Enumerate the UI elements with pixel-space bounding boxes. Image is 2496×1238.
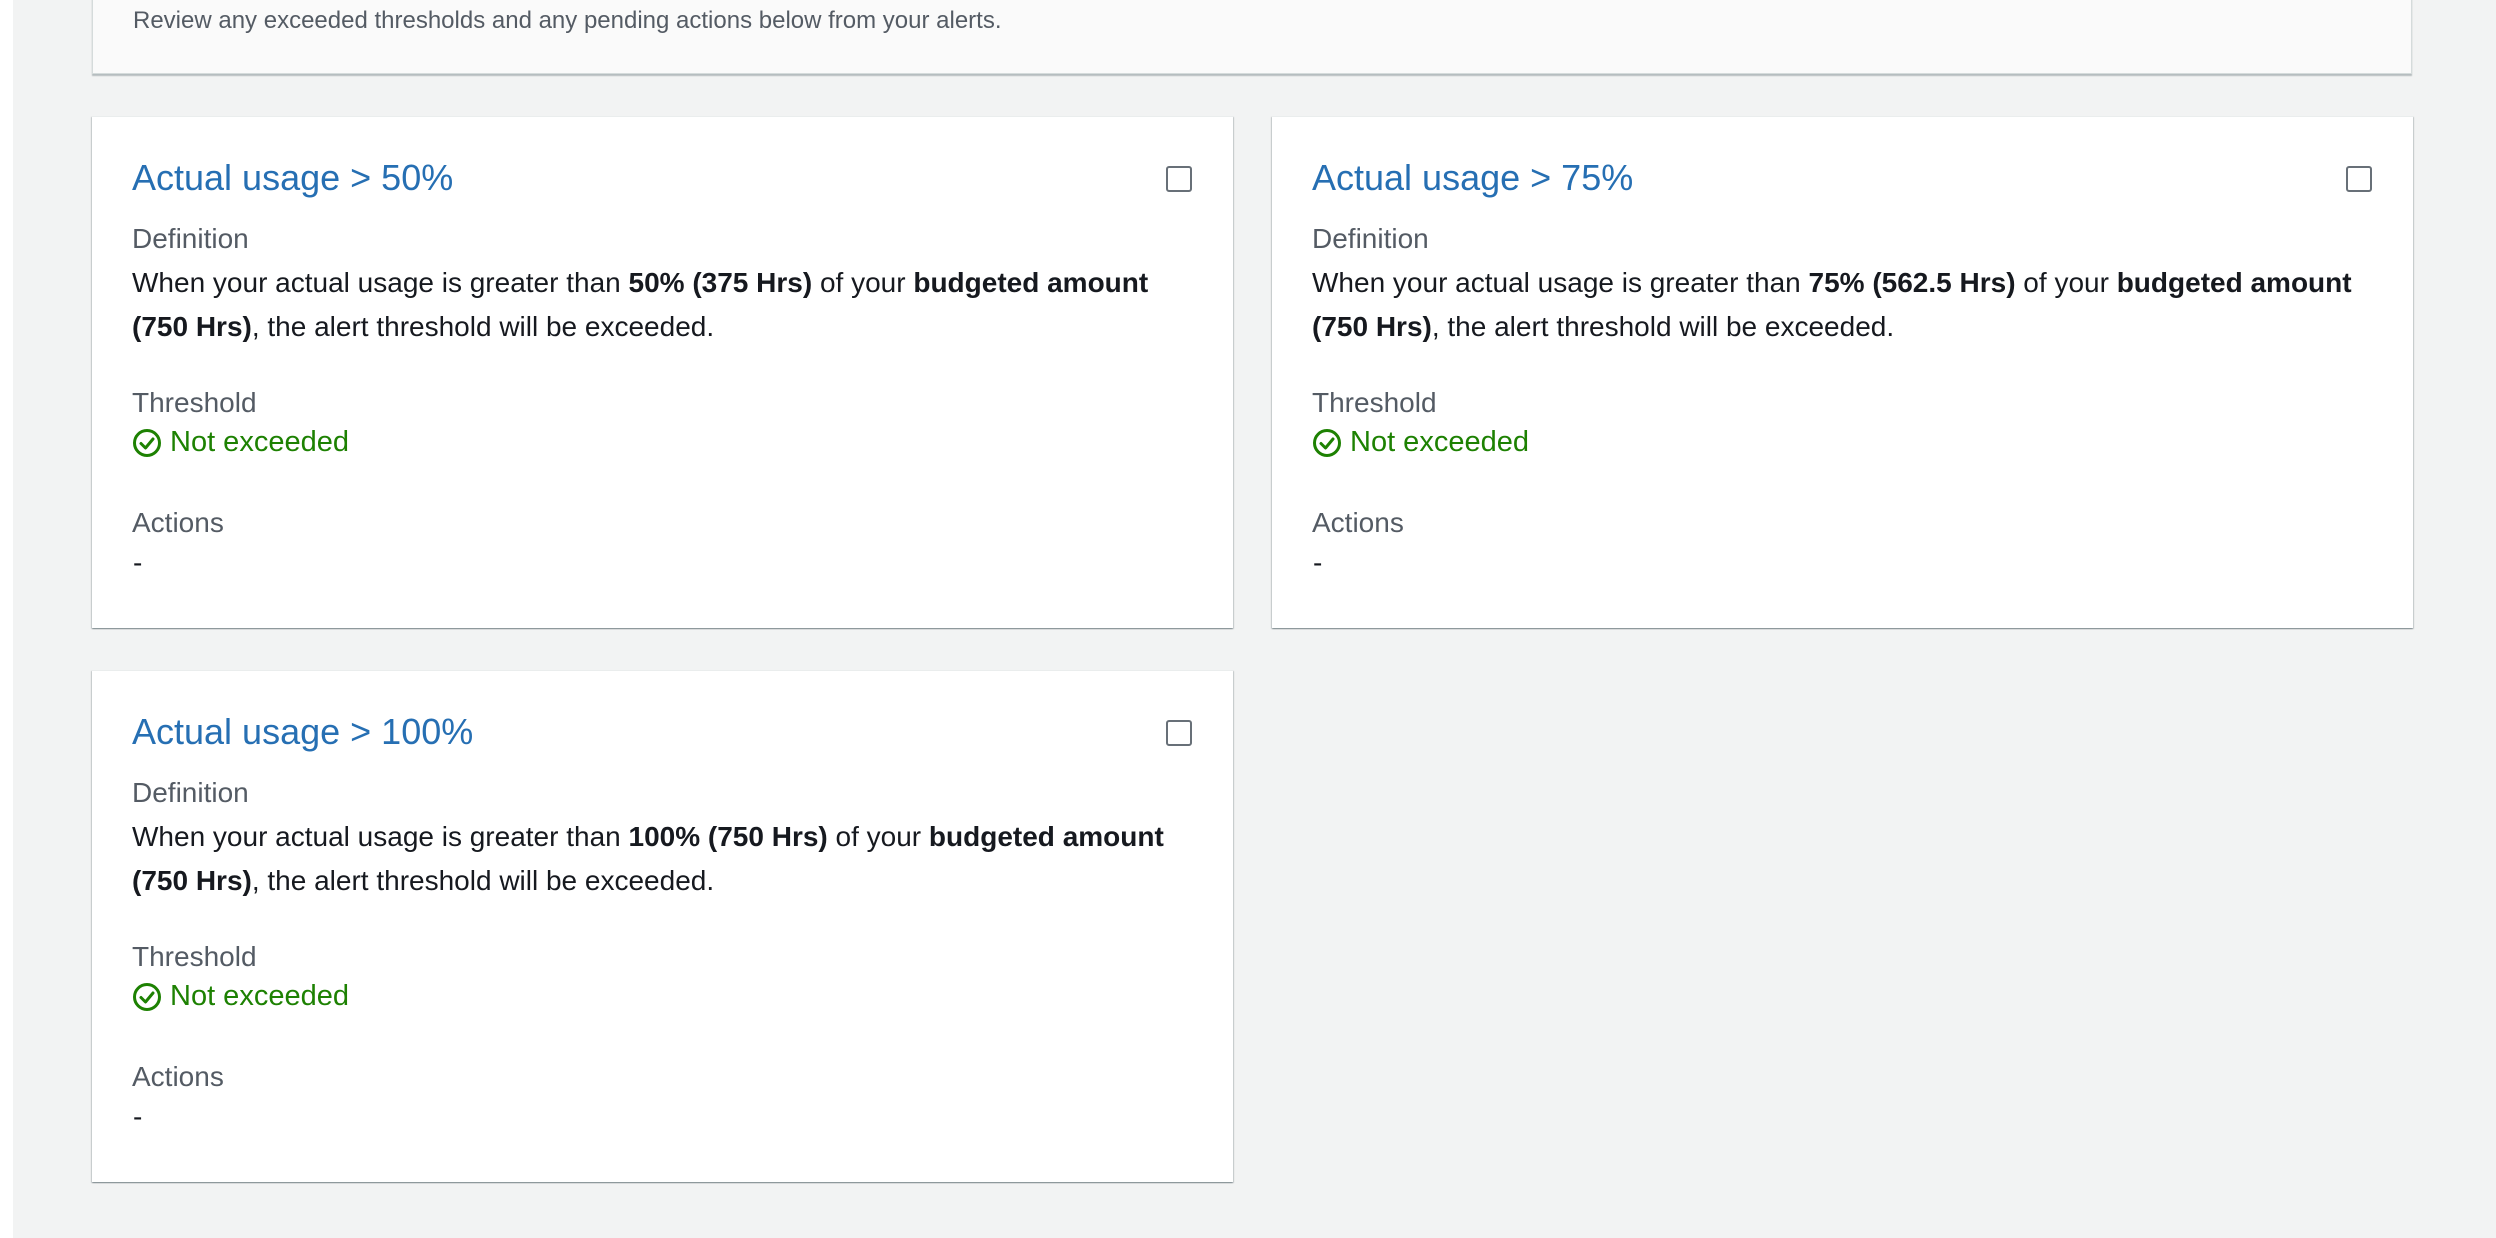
definition-mid: of your <box>812 267 914 298</box>
alert-card: Actual usage > 50% Definition When your … <box>92 116 1233 628</box>
definition-suffix: , the alert threshold will be exceeded. <box>251 865 715 896</box>
page-background: Review any exceeded thresholds and any p… <box>13 0 2496 1238</box>
actions-label: Actions <box>1312 507 1404 538</box>
definition-suffix: , the alert threshold will be exceeded. <box>1431 311 1895 342</box>
definition-label: Definition <box>132 777 249 808</box>
threshold-status: Not exceeded <box>132 426 349 459</box>
definition-threshold: 50% (375 Hrs) <box>628 267 813 298</box>
actions-value: - <box>1313 547 1323 578</box>
threshold-label: Threshold <box>1312 387 1437 418</box>
actions-label: Actions <box>132 507 224 538</box>
alert-select-checkbox[interactable] <box>1166 720 1192 746</box>
alert-title-link[interactable]: Actual usage > 50% <box>132 157 453 199</box>
alert-title-link[interactable]: Actual usage > 75% <box>1312 157 1633 199</box>
actions-value: - <box>133 547 143 578</box>
definition-text: When your actual usage is greater than 5… <box>132 261 1202 349</box>
actions-label: Actions <box>132 1061 224 1092</box>
definition-suffix: , the alert threshold will be exceeded. <box>251 311 715 342</box>
check-circle-icon <box>133 428 161 457</box>
alert-card: Actual usage > 75% Definition When your … <box>1272 116 2413 628</box>
definition-prefix: When your actual usage is greater than <box>1312 267 1809 298</box>
definition-prefix: When your actual usage is greater than <box>132 821 629 852</box>
definition-mid: of your <box>2015 267 2117 298</box>
definition-threshold: 75% (562.5 Hrs) <box>1808 267 2016 298</box>
alerts-header-panel: Review any exceeded thresholds and any p… <box>92 0 2412 74</box>
threshold-status-text: Not exceeded <box>170 980 349 1012</box>
header-description: Review any exceeded thresholds and any p… <box>133 7 1002 34</box>
actions-value: - <box>133 1101 143 1132</box>
alert-select-checkbox[interactable] <box>2346 166 2372 192</box>
check-circle-icon <box>133 982 161 1011</box>
threshold-status: Not exceeded <box>1312 426 1529 459</box>
definition-text: When your actual usage is greater than 1… <box>132 815 1202 903</box>
threshold-status: Not exceeded <box>132 980 349 1013</box>
definition-prefix: When your actual usage is greater than <box>132 267 629 298</box>
threshold-status-text: Not exceeded <box>170 426 349 458</box>
alert-card: Actual usage > 100% Definition When your… <box>92 670 1233 1182</box>
alert-select-checkbox[interactable] <box>1166 166 1192 192</box>
threshold-status-text: Not exceeded <box>1350 426 1529 458</box>
definition-label: Definition <box>132 223 249 254</box>
threshold-label: Threshold <box>132 387 257 418</box>
definition-label: Definition <box>1312 223 1429 254</box>
definition-threshold: 100% (750 Hrs) <box>628 821 828 852</box>
definition-mid: of your <box>827 821 929 852</box>
threshold-label: Threshold <box>132 941 257 972</box>
alert-title-link[interactable]: Actual usage > 100% <box>132 711 473 753</box>
definition-text: When your actual usage is greater than 7… <box>1312 261 2382 349</box>
check-circle-icon <box>1313 428 1341 457</box>
